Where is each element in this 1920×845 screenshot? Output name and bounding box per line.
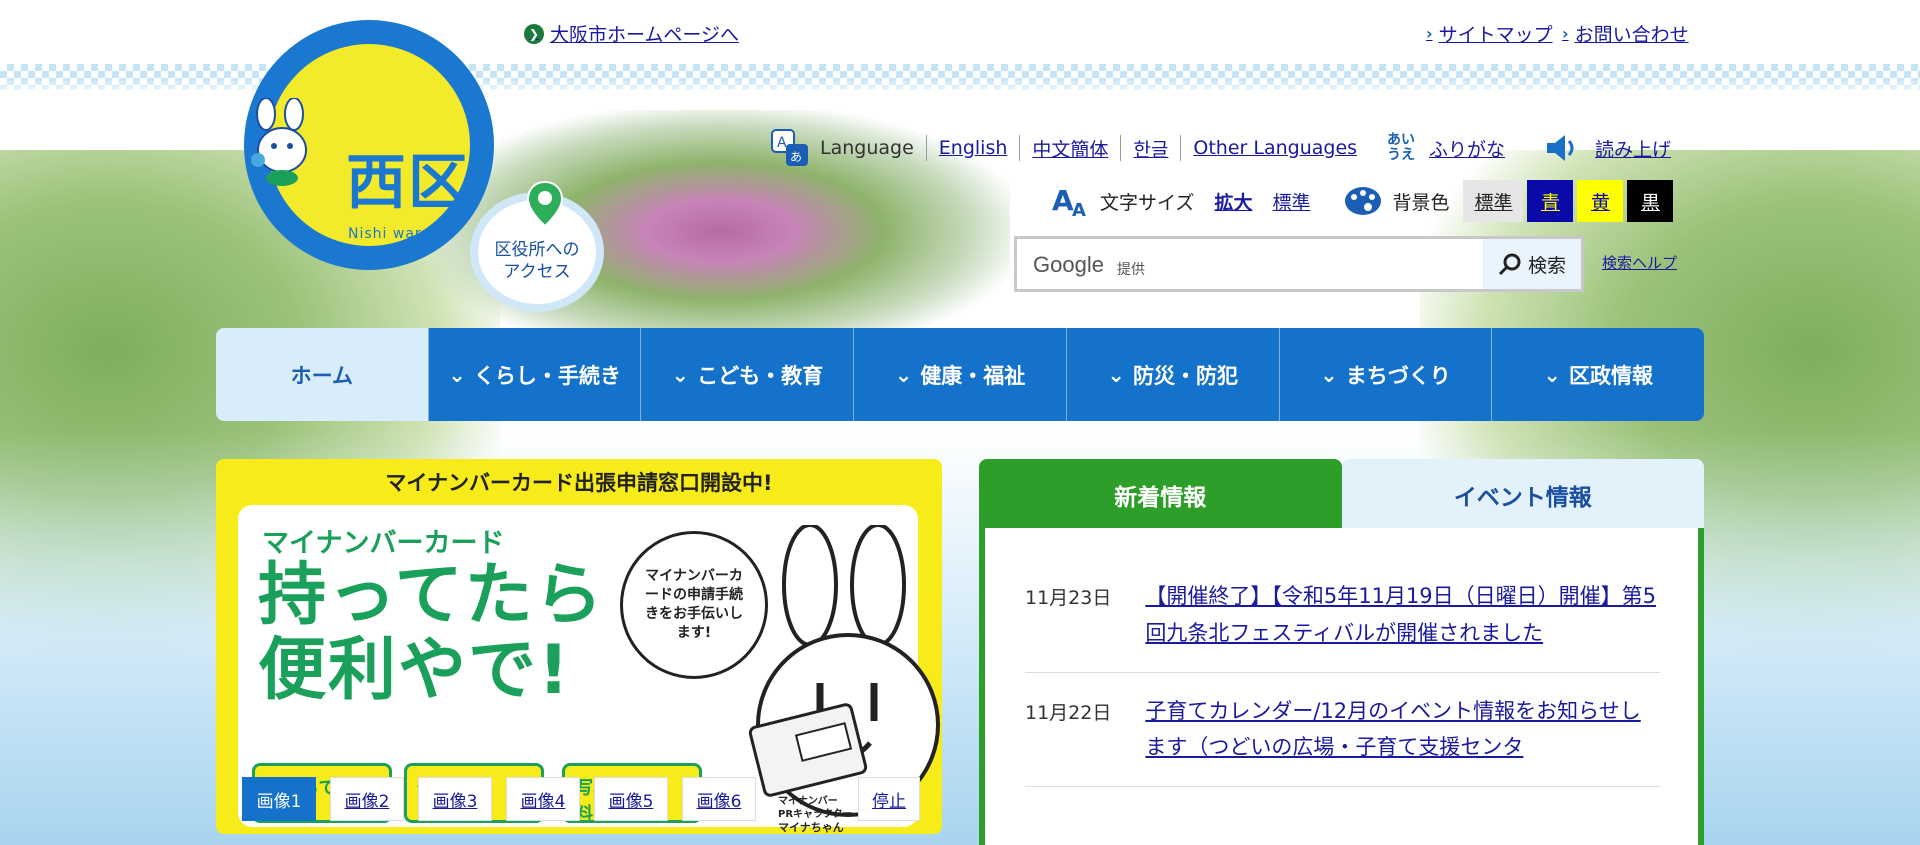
search-button[interactable]: 検索: [1483, 239, 1581, 289]
speaker-icon: [1547, 135, 1574, 161]
text-enlarge-link[interactable]: 拡大: [1214, 188, 1252, 215]
chevron-right-icon: ›: [1562, 24, 1569, 43]
nav-children[interactable]: ⌄ こども・教育: [640, 328, 854, 421]
logo-kanji: 西区: [346, 148, 470, 218]
bg-blue-button[interactable]: 青: [1527, 180, 1574, 222]
chevron-down-icon: ⌄: [1107, 362, 1126, 387]
site-search: Google 提供 検索: [1014, 236, 1584, 292]
osaka-home-link[interactable]: ❯ 大阪市ホームページへ: [524, 20, 739, 47]
logo-romaji: Nishi ward: [348, 226, 432, 242]
svg-text:あ: あ: [790, 150, 802, 164]
language-bar: A あ Language English 中文簡体 한글 Other Langu…: [770, 128, 1671, 168]
ward-office-access-button[interactable]: 区役所への アクセス: [470, 180, 604, 312]
bg-standard-button[interactable]: 標準: [1463, 180, 1524, 222]
list-item: 11月23日 【開催終了】【令和5年11月19日（日曜日）開催】第5回九条北フェ…: [1025, 578, 1660, 673]
text-standard-link[interactable]: 標準: [1272, 188, 1310, 215]
arrow-circle-icon: ❯: [524, 23, 544, 44]
news-date: 11月22日: [1025, 701, 1112, 724]
palette-icon: [1345, 187, 1382, 215]
svg-text:A: A: [777, 135, 787, 151]
search-icon: [1498, 253, 1521, 276]
news-date: 11月23日: [1025, 587, 1112, 609]
chevron-down-icon: ⌄: [671, 362, 690, 387]
translate-icon: A あ: [771, 129, 808, 166]
carousel-tab-1[interactable]: 画像1: [242, 777, 316, 821]
carousel-tab-2[interactable]: 画像2: [330, 777, 404, 821]
nav-disaster[interactable]: ⌄ 防災・防犯: [1065, 328, 1279, 421]
news-list: 11月23日 【開催終了】【令和5年11月19日（日曜日）開催】第5回九条北フェ…: [979, 528, 1704, 845]
chevron-down-icon: ⌄: [1543, 362, 1561, 387]
furigana-link[interactable]: ふりがな: [1429, 135, 1505, 162]
nav-living[interactable]: ⌄ くらし・手続き: [427, 328, 641, 421]
carousel-tab-6[interactable]: 画像6: [682, 777, 756, 821]
bg-black-button[interactable]: 黒: [1627, 180, 1674, 222]
search-provider-label: 提供: [1117, 262, 1145, 278]
lang-chinese-link[interactable]: 中文簡体: [1032, 135, 1108, 162]
contact-link[interactable]: › お問い合わせ: [1562, 20, 1689, 47]
text-size-icon: A A: [1052, 184, 1086, 218]
tab-event-info[interactable]: イベント情報: [1341, 459, 1704, 531]
banner-carousel: マイナンバーカード出張申請窓口開設中! マイナンバーカード 持ってたら 便利やで…: [216, 459, 942, 834]
language-label: Language: [820, 137, 914, 159]
text-size-label: 文字サイズ: [1100, 191, 1195, 214]
nav-ward-admin[interactable]: ⌄ 区政情報: [1491, 328, 1704, 421]
carousel-tab-5[interactable]: 画像5: [594, 777, 668, 821]
map-pin-icon: [526, 180, 564, 228]
sitemap-link[interactable]: › サイトマップ: [1426, 20, 1553, 47]
chevron-down-icon: ⌄: [894, 362, 913, 387]
carousel-tabs: 画像1 画像2 画像3 画像4 画像5 画像6: [242, 777, 756, 821]
nishi-ward-logo[interactable]: 西区 Nishi ward: [244, 20, 494, 270]
news-link[interactable]: 【開催終了】【令和5年11月19日（日曜日）開催】第5回九条北フェスティバルが開…: [1145, 578, 1660, 652]
carousel-tab-4[interactable]: 画像4: [506, 777, 580, 821]
nav-town[interactable]: ⌄ まちづくり: [1278, 328, 1492, 421]
carousel-header: マイナンバーカード出張申請窓口開設中!: [385, 471, 773, 495]
svg-text:A: A: [1052, 184, 1074, 217]
nav-health[interactable]: ⌄ 健康・福祉: [853, 328, 1066, 421]
list-item: 11月22日 子育てカレンダー/12月のイベント情報をお知らせします（つどいの広…: [1025, 693, 1660, 787]
news-tabs: 新着情報 イベント情報: [979, 459, 1704, 531]
news-link[interactable]: 子育てカレンダー/12月のイベント情報をお知らせします（つどいの広場・子育て支援…: [1145, 693, 1660, 767]
tab-new-info[interactable]: 新着情報: [979, 459, 1342, 531]
carousel-stop-button[interactable]: 停止: [858, 777, 920, 821]
ward-mascot-icon: [251, 98, 307, 186]
display-settings-bar: A A 文字サイズ 拡大 標準 背景色 標準 青 黄 黒: [1052, 180, 1674, 222]
chevron-down-icon: ⌄: [448, 362, 466, 387]
nav-home[interactable]: ホーム: [216, 328, 428, 421]
bg-yellow-button[interactable]: 黄: [1577, 180, 1624, 222]
global-nav: ホーム ⌄ くらし・手続き ⌄ こども・教育 ⌄ 健康・福祉 ⌄ 防災・防犯 ⌄…: [216, 328, 1704, 421]
bg-color-label: 背景色: [1392, 191, 1450, 214]
read-aloud-link[interactable]: 読み上げ: [1595, 135, 1671, 162]
chevron-right-icon: ›: [1426, 24, 1433, 43]
carousel-tab-3[interactable]: 画像3: [418, 777, 492, 821]
search-help-link[interactable]: 検索ヘルプ: [1602, 252, 1677, 273]
lang-english-link[interactable]: English: [939, 137, 1008, 159]
furigana-icon: あいうえ: [1387, 132, 1416, 163]
mascot-credit: マイナンバー PRキャラクター マイナちゃん: [778, 796, 853, 834]
google-logo: Google: [1033, 252, 1104, 277]
chevron-down-icon: ⌄: [1320, 362, 1338, 387]
svg-text:A: A: [1072, 200, 1086, 218]
lang-korean-link[interactable]: 한글: [1133, 135, 1168, 162]
lang-other-link[interactable]: Other Languages: [1193, 137, 1357, 159]
